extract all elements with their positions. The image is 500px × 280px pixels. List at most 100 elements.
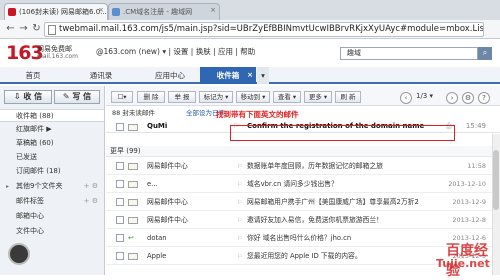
envelope-icon — [128, 199, 138, 206]
close-icon[interactable]: × — [98, 6, 104, 14]
mail-subject: 您最近用您的 Apple ID 下载的内容。 — [247, 252, 362, 260]
scrollbar-thumb[interactable] — [493, 150, 499, 210]
mail-subject: 你好 域名出售吗什么价格？jho.cn — [247, 234, 352, 242]
sidebar-item-label: 邮箱中心 — [16, 212, 44, 220]
logo-domain: mail.163.com — [37, 53, 78, 60]
mail-subject: 网易邮箱用户携手广州【美国康威广场】尊享最高2万折2 — [247, 198, 419, 206]
mail-toolbar — [106, 86, 500, 106]
sidebar-item-other-folders[interactable]: ▸ 其他9个文件夹 + ⚙ — [0, 180, 104, 193]
tab-app-center[interactable]: 应用中心 — [140, 67, 200, 84]
close-icon[interactable]: × — [210, 6, 216, 14]
sidebar-item-subscriptions[interactable]: 订阅邮件 (18) — [0, 165, 104, 178]
select-all-checkbox[interactable]: ☐▾ — [111, 91, 133, 103]
move-to-button[interactable]: 移动到 ▾ — [236, 91, 270, 103]
flag-icon[interactable]: ⚐ — [237, 212, 242, 229]
flag-icon[interactable]: ⚐ — [237, 158, 242, 175]
tab-contacts[interactable]: 通讯录 — [74, 67, 128, 84]
mail-row[interactable]: 网易邮件中心 ⚐ 数据账单年度回顾，历年数据记忆的邮箱之旅 11:58 — [106, 158, 500, 175]
reply-arrow-icon: ↩ — [128, 234, 134, 242]
compose-button[interactable]: ✎ 写 信 — [54, 90, 100, 104]
sidebar-item-mail-center[interactable]: 邮箱中心 — [0, 210, 104, 223]
sidebar-item-label: 收件箱 (88) — [16, 112, 54, 120]
mail-row[interactable]: e... ⚐ 域名vbr.cn 请问多少钱出售？ 2013-12-10 — [106, 176, 500, 193]
sidebar-item-label: 红旗邮件 ▶ — [16, 125, 52, 133]
tag-actions-icon[interactable]: + ⚙ — [84, 195, 98, 208]
watermark-line2: Tujie.net — [436, 257, 490, 270]
back-arrow-icon[interactable]: ← — [4, 23, 17, 36]
mail-subject: 数据账单年度回顾，历年数据记忆的邮箱之旅 — [247, 162, 383, 170]
page-indicator[interactable]: 1/3 ▾ — [416, 92, 433, 100]
mail-date: 15:49 — [465, 122, 486, 130]
chevron-down-icon[interactable]: ▾ — [257, 67, 269, 84]
sidebar-item-label: 文件中心 — [16, 227, 44, 235]
tab-inbox[interactable]: 收件箱 × — [200, 67, 256, 84]
tab-label: 收件箱 — [216, 71, 240, 80]
mail-date: 2013-12-10 — [448, 180, 486, 188]
sidebar-item-file-center[interactable]: 文件中心 — [0, 225, 104, 238]
report-button[interactable]: 举 报 — [168, 91, 196, 103]
sidebar-item-label: 草稿箱 (60) — [16, 139, 54, 147]
flag-icon[interactable]: ⚐ — [237, 248, 242, 265]
row-checkbox[interactable] — [116, 234, 124, 242]
receive-label: 收 信 — [23, 92, 43, 101]
site-favicon-icon — [112, 8, 120, 16]
tab-home[interactable]: 首页 — [8, 67, 58, 84]
gear-icon[interactable]: ⚙ — [462, 92, 474, 104]
download-icon: ⇩ — [13, 92, 21, 101]
mail-row[interactable]: ↩ dotan ⚐ 你好 域名出售吗什么价格？jho.cn 2013-12-6 — [106, 230, 500, 247]
search-input[interactable]: 趣域 — [340, 47, 478, 60]
unread-count: 88 封未读邮件 — [112, 109, 155, 117]
prev-page-icon[interactable]: ‹ — [400, 92, 412, 104]
mail-date: 2013-12-9 — [452, 198, 486, 206]
mail-subject: 邀请好友加入易信，免费送你机票旅游西兰！ — [247, 216, 383, 224]
mail-sender: 网易邮件中心 — [147, 216, 188, 224]
expand-arrow-icon[interactable]: ▸ — [6, 180, 9, 193]
account-links[interactable]: @163.com (new) ▾ | 设置 | 换肤 | 应用 | 帮助 — [96, 46, 255, 57]
mail-row[interactable]: 网易邮件中心 ⚐ 网易邮箱用户携手广州【美国康威广场】尊享最高2万折2 2013… — [106, 194, 500, 211]
browser-tab-label: .CM域名注册 - 趣域网 — [123, 8, 193, 16]
mail-row[interactable]: 网易邮件中心 ⚐ 邀请好友加入易信，免费送你机票旅游西兰！ 2013-12-8 — [106, 212, 500, 229]
row-checkbox[interactable] — [116, 198, 124, 206]
mail-sender: QuMi — [147, 122, 168, 130]
sidebar-item-tags[interactable]: 邮件标签 + ⚙ — [0, 195, 104, 208]
sidebar-item-drafts[interactable]: 草稿箱 (60) — [0, 137, 104, 150]
flag-icon[interactable]: ⚐ — [237, 230, 242, 247]
view-button[interactable]: 查看 ▾ — [273, 91, 301, 103]
sidebar-item-label: 已发送 — [16, 153, 37, 161]
mail-date: 2013-12-8 — [452, 216, 486, 224]
row-checkbox[interactable] — [116, 162, 124, 170]
group-header: 更早 (99) — [106, 146, 500, 157]
reload-icon[interactable]: ↻ — [30, 23, 43, 36]
sidebar-item-sent[interactable]: 已发送 — [0, 151, 104, 164]
sidebar-item-flagged[interactable]: 红旗邮件 ▶ — [0, 123, 104, 136]
mail-subject: 域名vbr.cn 请问多少钱出售？ — [247, 180, 338, 188]
app-launcher-icon[interactable] — [8, 243, 30, 265]
envelope-icon — [128, 163, 138, 170]
flag-icon[interactable]: ⚐ — [237, 194, 242, 211]
refresh-button[interactable]: 刷 新 — [335, 91, 361, 103]
url-input[interactable]: twebmail.mail.163.com/js5/main.jsp?sid=U… — [44, 22, 484, 37]
search-icon[interactable]: ⌕ — [478, 47, 492, 60]
forward-arrow-icon[interactable]: → — [17, 23, 30, 36]
row-checkbox[interactable] — [116, 180, 124, 188]
sidebar-item-inbox[interactable]: 收件箱 (88) — [0, 109, 104, 122]
close-icon[interactable]: × — [247, 67, 253, 84]
pencil-icon: ✎ — [62, 92, 70, 101]
more-button[interactable]: 更多 ▾ — [304, 91, 332, 103]
envelope-icon — [128, 124, 138, 131]
flag-icon[interactable]: ⚐ — [237, 176, 242, 193]
browser-tab-domain[interactable]: .CM域名注册 - 趣域网 × — [108, 3, 220, 20]
row-checkbox[interactable] — [116, 216, 124, 224]
delete-button[interactable]: 删 除 — [137, 91, 165, 103]
receive-button[interactable]: ⇩ 收 信 — [4, 90, 52, 104]
folder-actions-icon[interactable]: + ⚙ — [84, 180, 98, 193]
mark-as-button[interactable]: 标记为 ▾ — [199, 91, 233, 103]
row-checkbox[interactable] — [116, 123, 124, 131]
row-checkbox[interactable] — [116, 252, 124, 260]
mail-nav: 首页 通讯录 应用中心 收件箱 × ▾ — [0, 67, 500, 84]
next-page-icon[interactable]: › — [446, 92, 458, 104]
mail-sender: 网易邮件中心 — [147, 162, 188, 170]
help-icon[interactable]: ? — [478, 92, 490, 104]
browser-tab-mail[interactable]: (106封未读) 网易邮箱6.0... × — [4, 3, 108, 20]
envelope-icon — [128, 217, 138, 224]
